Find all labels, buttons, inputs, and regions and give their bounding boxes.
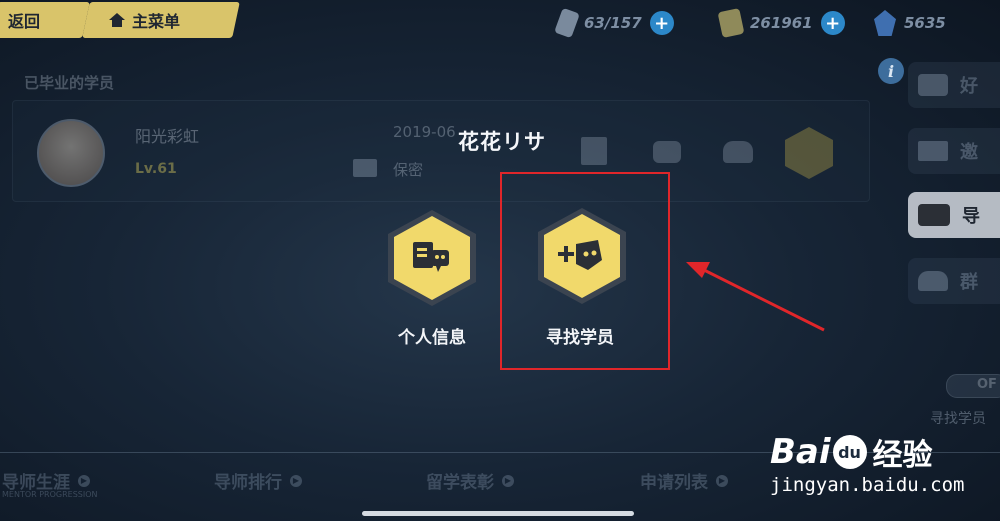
right-tab-friends[interactable]: 好 — [908, 62, 1000, 108]
crystal-icon — [717, 7, 745, 39]
profile-info-button[interactable] — [388, 210, 476, 306]
watermark-brand: Bai — [770, 432, 831, 472]
play-icon: ▶ — [502, 474, 514, 487]
add-stamina-button[interactable]: + — [649, 11, 674, 35]
find-student-side-label: 寻找学员 — [930, 411, 986, 427]
section-title: 已毕业的学员 — [24, 74, 115, 92]
right-tab-mentor-label: 导 — [962, 206, 980, 227]
toggle-label: OF — [977, 377, 997, 392]
home-indicator — [362, 511, 634, 516]
student-date: 2019-06 — [393, 123, 456, 141]
paw-icon: du — [832, 435, 867, 469]
right-tab-friends-label: 好 — [960, 76, 978, 97]
friends-icon — [918, 74, 948, 96]
right-tab-invite-label: 邀 — [960, 142, 978, 163]
crystal-value: 261961 — [750, 14, 813, 32]
find-student-toggle[interactable]: OF — [946, 374, 1000, 398]
right-tab-invite[interactable]: 邀 — [908, 128, 1000, 174]
group-icon[interactable] — [723, 141, 753, 163]
student-name: 阳光彩虹 — [135, 127, 200, 146]
delete-icon[interactable] — [581, 137, 607, 165]
right-tab-group-label: 群 — [960, 272, 978, 293]
baidu-watermark: Bai du 经验 — [770, 430, 933, 474]
add-crystal-button[interactable]: + — [820, 11, 845, 35]
right-tab-mentor[interactable]: 导 — [908, 192, 1000, 238]
main-menu-label: 主菜单 — [132, 12, 181, 31]
profile-info-label[interactable]: 个人信息 — [398, 323, 466, 348]
back-button[interactable]: 返回 — [0, 2, 90, 38]
play-icon: ▶ — [290, 474, 302, 487]
bottom-tab-requests[interactable]: 申请列表 ▶ — [640, 468, 728, 493]
crystal-resource: 261961 + — [717, 7, 845, 39]
bottom-tab-study-abroad-label: 留学表彰 — [426, 473, 494, 493]
highlight-box — [500, 172, 670, 370]
home-icon — [109, 13, 125, 27]
watermark-url: jingyan.baidu.com — [770, 474, 965, 496]
bottom-tab-ranking-label: 导师排行 — [214, 473, 282, 493]
student-level: Lv.61 — [135, 161, 177, 177]
bottom-tab-study-abroad[interactable]: 留学表彰 ▶ — [426, 468, 514, 493]
play-icon: ▶ — [78, 474, 90, 487]
player-name: 花花リサ — [458, 130, 546, 154]
profile-hex-icon[interactable] — [785, 127, 833, 179]
phone-icon — [554, 7, 580, 39]
career-subtitle: MENTOR PROGRESSION — [2, 490, 98, 499]
privacy-icon — [353, 159, 377, 177]
mentor-icon — [918, 204, 950, 226]
right-tab-group[interactable]: 群 — [908, 258, 1000, 304]
mail-icon — [918, 141, 948, 161]
student-privacy: 保密 — [393, 161, 424, 179]
student-card[interactable]: 阳光彩虹 Lv.61 2019-06 保密 — [12, 100, 870, 202]
stamina-value: 63/157 — [584, 14, 642, 32]
bottom-tab-ranking[interactable]: 导师排行 ▶ — [214, 468, 302, 493]
bottom-tab-requests-label: 申请列表 — [640, 473, 708, 493]
pointer-arrow-icon — [686, 262, 825, 332]
profile-card-icon — [413, 242, 449, 272]
chat-icon[interactable] — [653, 141, 681, 163]
avatar — [37, 119, 105, 187]
watermark-product: 经验 — [872, 438, 933, 473]
back-label: 返回 — [7, 12, 41, 31]
stamina-resource: 63/157 + — [554, 7, 674, 39]
watermark-brand2: du — [838, 442, 861, 462]
main-menu-button[interactable]: 主菜单 — [82, 2, 240, 38]
info-button[interactable]: i — [878, 58, 904, 84]
group-tab-icon — [918, 271, 948, 291]
gem-icon — [874, 10, 896, 36]
gem-resource: 5635 — [874, 10, 946, 36]
play-icon: ▶ — [716, 474, 728, 487]
gem-value: 5635 — [904, 14, 946, 32]
